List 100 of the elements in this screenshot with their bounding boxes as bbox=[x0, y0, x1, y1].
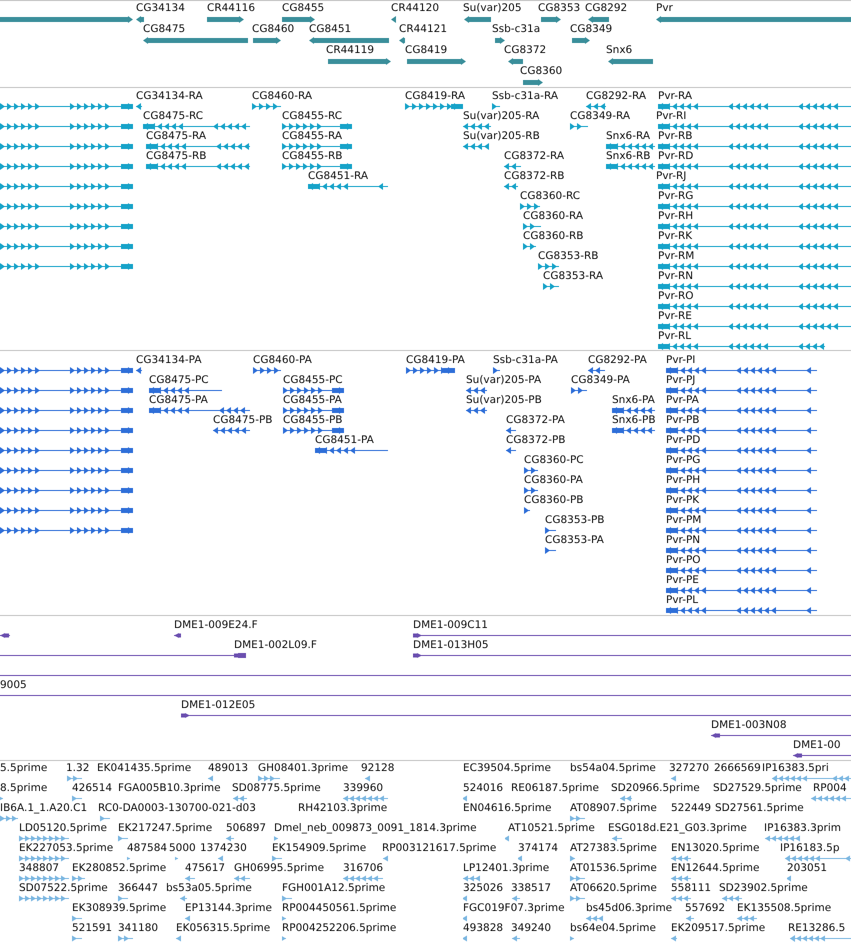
feature-label: CG8475-RC bbox=[143, 110, 204, 123]
feature-label: Pvr bbox=[656, 2, 673, 15]
feature-label: 341180 bbox=[118, 922, 158, 935]
feature-label: CG8455-PC bbox=[283, 374, 343, 387]
feature-label: RP004252206.5prime bbox=[282, 922, 396, 935]
feature-label: 493828 bbox=[463, 922, 504, 935]
feature-label: Snx6 bbox=[606, 44, 632, 57]
feature-label: 316706 bbox=[343, 862, 384, 875]
feature-label: ESG018d.E21_G03.3prime bbox=[608, 822, 747, 835]
feature-label: CG8372-RA bbox=[504, 150, 564, 163]
feature-label: Snx6-PA bbox=[612, 394, 655, 407]
feature-label: IP16383.3prim bbox=[764, 822, 841, 835]
feature-label: Su(var)205 bbox=[463, 2, 522, 15]
feature-label: EK280852.5prime bbox=[72, 862, 166, 875]
feature-label: Pvr-PI bbox=[666, 354, 696, 367]
feature-label: CG8353 bbox=[538, 2, 580, 15]
feature-label: CG8360-PB bbox=[524, 494, 584, 507]
feature-label: CG8451-PA bbox=[315, 434, 374, 447]
feature-label: CG8460 bbox=[252, 23, 294, 36]
feature-label: CG8360-PA bbox=[524, 474, 583, 487]
feature-label: EK209517.5prime bbox=[671, 922, 766, 935]
feature-label: CG8475-PC bbox=[149, 374, 209, 387]
feature-label: 475617 bbox=[185, 862, 226, 875]
feature-label: DME1-009E24.F bbox=[174, 619, 258, 632]
feature-label: 327270 bbox=[669, 762, 710, 775]
feature-label: RE06187.5prime bbox=[511, 782, 599, 795]
feature-label: CG8349-PA bbox=[571, 374, 630, 387]
feature-label: Pvr-PO bbox=[666, 554, 701, 567]
feature-label: AT27383.5prime bbox=[570, 842, 657, 855]
feature-label: Pvr-PA bbox=[666, 394, 699, 407]
feature-label: CG8372-PA bbox=[506, 414, 565, 427]
feature-label: FGH001A12.5prime bbox=[282, 882, 386, 895]
feature-label: Pvr-RB bbox=[658, 130, 692, 143]
feature-label: Su(var)205-PA bbox=[466, 374, 542, 387]
feature-label: Pvr-RI bbox=[656, 110, 686, 123]
feature-label: 557692 bbox=[685, 902, 726, 915]
feature-label: Snx6-RA bbox=[606, 130, 650, 143]
feature-label: CG8455 bbox=[282, 2, 324, 15]
feature-label: CG8475-RA bbox=[146, 130, 206, 143]
feature-label: EN04616.5prime bbox=[463, 802, 552, 815]
feature-label: CG8292-PA bbox=[588, 354, 647, 367]
feature-label: EK135508.5prime bbox=[737, 902, 832, 915]
feature-label: Pvr-PE bbox=[666, 574, 699, 587]
feature-label: Snx6-RB bbox=[606, 150, 651, 163]
feature-label: Pvr-RA bbox=[658, 90, 692, 103]
feature-label: DME1-00 bbox=[793, 739, 841, 752]
feature-label: CG8360-RA bbox=[523, 210, 584, 223]
feature-label: Pvr-RK bbox=[658, 230, 692, 243]
feature-label: 374174 bbox=[518, 842, 558, 855]
feature-label: 487584 bbox=[127, 842, 168, 855]
feature-label: EK308939.5prime bbox=[72, 902, 166, 915]
feature-label: Pvr-PD bbox=[666, 434, 700, 447]
feature-label: CG8419-PA bbox=[406, 354, 465, 367]
feature-label: 8.5prime bbox=[0, 782, 48, 795]
feature-label: Ssb-c31a-PA bbox=[493, 354, 558, 367]
feature-label: Pvr-PM bbox=[666, 514, 702, 527]
feature-label: RP003121617.5prime bbox=[382, 842, 496, 855]
feature-label: 349240 bbox=[511, 922, 552, 935]
feature-label: 9005 bbox=[0, 679, 27, 692]
feature-label: 506897 bbox=[226, 822, 266, 835]
feature-label: DME1-002L09.F bbox=[234, 639, 317, 652]
feature-label: CG8360-RB bbox=[523, 230, 584, 243]
feature-label: CG8419-RA bbox=[405, 90, 466, 103]
feature-label: SD20966.5prime bbox=[611, 782, 700, 795]
feature-label: 339960 bbox=[343, 782, 384, 795]
feature-label: 5.5prime bbox=[0, 762, 48, 775]
feature-label: Su(var)205-PB bbox=[466, 394, 542, 407]
feature-label: RP004450561.5prime bbox=[282, 902, 396, 915]
feature-label: Pvr-PK bbox=[666, 494, 700, 507]
feature-label: EC39504.5prime bbox=[463, 762, 551, 775]
feature-label: IP16383.5pri bbox=[762, 762, 829, 775]
feature-label: Pvr-PH bbox=[666, 474, 700, 487]
feature-label: SD23902.5prime bbox=[719, 882, 808, 895]
feature-label: Pvr-RL bbox=[658, 330, 692, 343]
feature-label: RC0-DA0003-130700-021-d03 bbox=[98, 802, 256, 815]
feature-label: CG8353-RB bbox=[538, 250, 598, 263]
feature-label: CG8419 bbox=[405, 44, 448, 57]
feature-label: CG8353-PA bbox=[545, 534, 604, 547]
feature-label: 521591 bbox=[72, 922, 112, 935]
feature-label: 1.32 bbox=[66, 762, 90, 775]
feature-label: bs64e04.5prime bbox=[570, 922, 656, 935]
feature-label: Dmel_neb_009873_0091_1814.3prime bbox=[274, 822, 477, 835]
feature-label: CG8292 bbox=[585, 2, 628, 15]
feature-label: EK056315.5prime bbox=[176, 922, 270, 935]
feature-label: CG8475-PA bbox=[149, 394, 208, 407]
feature-label: CG8475-PB bbox=[213, 414, 273, 427]
feature-label: bs53a05.5prime bbox=[166, 882, 252, 895]
feature-label: CG8360-RC bbox=[520, 190, 580, 203]
feature-label: CG8353-RA bbox=[543, 270, 604, 283]
feature-label: CG8475-RB bbox=[146, 150, 206, 163]
feature-label: CG8455-RA bbox=[282, 130, 342, 143]
feature-label: CG8349-RA bbox=[570, 110, 630, 123]
feature-label: Pvr-RD bbox=[658, 150, 694, 163]
feature-label: 5000 bbox=[169, 842, 196, 855]
feature-label: 203051 bbox=[787, 862, 828, 875]
feature-label: Pvr-RN bbox=[658, 270, 694, 283]
feature-label: LD05120.5prime bbox=[19, 822, 107, 835]
feature-label: CG8460-PA bbox=[253, 354, 312, 367]
feature-label: IB6A.1_1.A20.C1 bbox=[0, 802, 88, 815]
feature-label: 489013 bbox=[208, 762, 248, 775]
